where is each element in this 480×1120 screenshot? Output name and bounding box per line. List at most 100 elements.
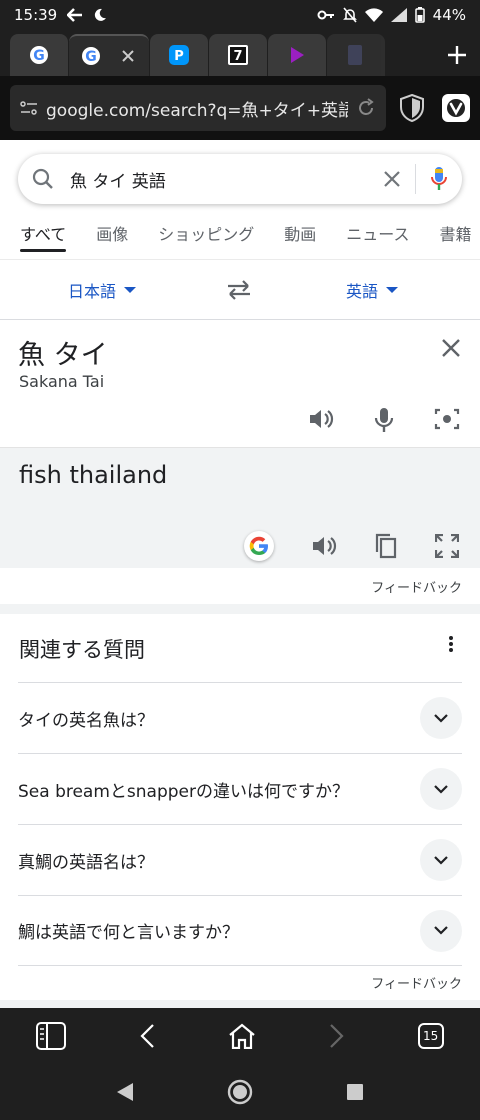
- question-item[interactable]: 鯛は英語で何と言いますか？: [18, 895, 462, 966]
- question-item[interactable]: 真鯛の英語名は？: [18, 824, 462, 895]
- system-recents-icon[interactable]: [346, 1083, 364, 1101]
- search-divider: [415, 164, 416, 194]
- signal-icon: [390, 8, 407, 22]
- search-box[interactable]: 魚 タイ 英語: [18, 154, 462, 204]
- tab-pixiv[interactable]: P: [150, 34, 208, 76]
- tab-all[interactable]: すべて: [20, 220, 67, 260]
- panel-icon[interactable]: [36, 1022, 67, 1050]
- svg-text:G: G: [33, 48, 45, 64]
- expand-chevron-icon[interactable]: [420, 697, 462, 739]
- source-language-select[interactable]: 日本語: [68, 278, 137, 302]
- shield-icon[interactable]: [400, 94, 424, 122]
- system-navigation-bar: [0, 1064, 480, 1120]
- tab-videos[interactable]: 動画: [284, 220, 316, 260]
- forward-icon[interactable]: [329, 1023, 345, 1049]
- search-category-tabs: すべて 画像 ショッピング 動画 ニュース 書籍: [0, 220, 480, 260]
- tab-images[interactable]: 画像: [96, 220, 128, 260]
- battery-percent: 44%: [432, 6, 466, 24]
- question-text: タイの英名魚は？: [18, 710, 154, 731]
- section-divider: [0, 1000, 480, 1008]
- pixiv-favicon-icon: P: [169, 45, 189, 65]
- speaker-icon[interactable]: [308, 407, 334, 431]
- url-field[interactable]: google.com/search?q=魚+タイ+英語: [10, 85, 386, 131]
- google-favicon-icon: G: [30, 46, 48, 64]
- clear-source-icon[interactable]: [440, 337, 462, 359]
- site-settings-icon[interactable]: [20, 101, 38, 115]
- vivaldi-menu-icon[interactable]: [442, 94, 470, 122]
- key-icon: [317, 10, 334, 20]
- site-7-favicon-icon: 7: [228, 45, 248, 65]
- tab-site-7[interactable]: 7: [209, 34, 267, 76]
- tab-video[interactable]: [268, 34, 326, 76]
- translate-result-area: fish thailand: [0, 448, 480, 568]
- translate-source-area[interactable]: 魚 タイ Sakana Tai: [0, 321, 480, 448]
- expand-chevron-icon[interactable]: [420, 909, 462, 952]
- close-tab-icon[interactable]: [121, 49, 135, 63]
- source-language-label: 日本語: [68, 282, 117, 301]
- camera-icon[interactable]: [434, 407, 460, 431]
- target-language-label: 英語: [346, 282, 379, 301]
- url-text: google.com/search?q=魚+タイ+英語: [46, 100, 348, 121]
- browser-tab-strip: G G P 7: [0, 30, 480, 76]
- fullscreen-icon[interactable]: [435, 534, 459, 558]
- tab-news[interactable]: ニュース: [346, 220, 409, 260]
- system-back-icon[interactable]: [116, 1082, 134, 1102]
- questions-feedback-link[interactable]: フィードバック: [371, 973, 462, 992]
- expand-chevron-icon[interactable]: [420, 768, 462, 810]
- home-icon[interactable]: [228, 1023, 256, 1049]
- copy-icon[interactable]: [374, 533, 398, 559]
- clear-search-icon[interactable]: [383, 170, 401, 188]
- question-text: 鯛は英語で何と言いますか？: [18, 923, 239, 943]
- address-bar: google.com/search?q=魚+タイ+英語: [0, 76, 480, 140]
- back-icon[interactable]: [139, 1023, 155, 1049]
- status-bar: 15:39 44%: [0, 0, 480, 30]
- swap-languages-icon[interactable]: [226, 279, 252, 301]
- svg-text:7: 7: [233, 49, 242, 64]
- related-questions-title: 関連する質問: [19, 638, 145, 662]
- google-results-page: 魚 タイ 英語 すべて 画像 ショッピング 動画 ニュース 書籍 日本語 英語 …: [0, 140, 480, 1008]
- browser-bottom-toolbar: 15: [0, 1008, 480, 1064]
- translated-text: fish thailand: [19, 461, 168, 489]
- google-g-icon: [249, 536, 268, 555]
- search-icon: [32, 168, 53, 189]
- tab-shopping[interactable]: ショッピング: [158, 220, 254, 260]
- question-item[interactable]: タイの英名魚は？: [18, 682, 462, 753]
- translate-language-row: 日本語 英語: [0, 261, 480, 320]
- tab-google-1[interactable]: G: [10, 34, 68, 76]
- source-text[interactable]: 魚 タイ: [18, 333, 108, 372]
- bell-off-icon: [342, 7, 357, 23]
- wifi-icon: [364, 8, 383, 22]
- expand-chevron-icon[interactable]: [420, 839, 462, 881]
- svg-text:G: G: [85, 49, 97, 65]
- google-logo-icon[interactable]: [244, 531, 274, 561]
- speaker-icon[interactable]: [311, 534, 337, 558]
- tab-count-button[interactable]: 15: [417, 1023, 444, 1049]
- more-options-icon[interactable]: [448, 636, 454, 652]
- play-favicon-icon: [291, 47, 304, 63]
- new-tab-button[interactable]: [434, 34, 480, 76]
- section-divider: [0, 604, 480, 614]
- system-home-icon[interactable]: [227, 1079, 253, 1105]
- romanization-text: Sakana Tai: [19, 372, 105, 391]
- back-arrow-icon: [67, 8, 83, 22]
- question-text: Sea breamとsnapperの違いは何ですか？: [18, 781, 349, 802]
- search-input[interactable]: 魚 タイ 英語: [70, 167, 383, 192]
- target-language-select[interactable]: 英語: [346, 278, 399, 302]
- related-questions-list: タイの英名魚は？ Sea breamとsnapperの違いは何ですか？ 真鯛の英…: [18, 682, 462, 966]
- tab-google-active[interactable]: G: [69, 34, 149, 76]
- dropdown-arrow-icon: [124, 287, 137, 293]
- tab-blurred[interactable]: [327, 34, 385, 76]
- reload-icon[interactable]: [356, 98, 376, 118]
- question-text: 真鯛の英語名は？: [18, 852, 154, 873]
- status-time: 15:39: [14, 6, 58, 24]
- moon-icon: [95, 8, 107, 21]
- dropdown-arrow-icon: [386, 287, 399, 293]
- translate-feedback-link[interactable]: フィードバック: [371, 577, 462, 596]
- microphone-icon[interactable]: [374, 407, 394, 433]
- tab-books[interactable]: 書籍: [440, 220, 472, 260]
- plus-icon: [448, 46, 466, 64]
- google-favicon-icon: G: [82, 47, 100, 65]
- blurred-favicon-icon: [348, 45, 362, 65]
- question-item[interactable]: Sea breamとsnapperの違いは何ですか？: [18, 753, 462, 824]
- voice-search-mic-icon[interactable]: [430, 166, 448, 192]
